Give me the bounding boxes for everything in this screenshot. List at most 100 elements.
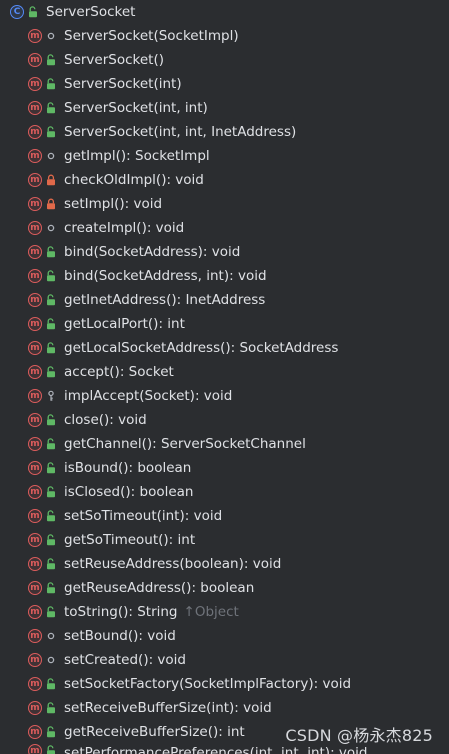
method-row[interactable]: m bind(SocketAddress): void — [0, 240, 449, 264]
method-signature: ServerSocket(int) — [64, 76, 182, 92]
method-icon: m — [28, 293, 42, 307]
method-icon: m — [28, 173, 42, 187]
method-icon: m — [28, 365, 42, 379]
method-row[interactable]: m ServerSocket() — [0, 48, 449, 72]
method-signature: getSoTimeout(): int — [64, 532, 196, 548]
method-signature: ServerSocket(int, int, InetAddress) — [64, 124, 297, 140]
method-signature: bind(SocketAddress, int): void — [64, 268, 267, 284]
method-row[interactable]: m getInetAddress(): InetAddress — [0, 288, 449, 312]
method-icon: m — [28, 509, 42, 523]
method-icon: m — [28, 197, 42, 211]
method-row[interactable]: m isClosed(): boolean — [0, 480, 449, 504]
method-row[interactable]: m setSoTimeout(int): void — [0, 504, 449, 528]
method-row[interactable]: m setSocketFactory(SocketImplFactory): vo… — [0, 672, 449, 696]
method-signature: getLocalPort(): int — [64, 316, 185, 332]
method-icon: m — [28, 77, 42, 91]
package-private-icon — [45, 149, 57, 163]
method-row[interactable]: m getLocalPort(): int — [0, 312, 449, 336]
method-icon: m — [28, 221, 42, 235]
method-row[interactable]: m getReuseAddress(): boolean — [0, 576, 449, 600]
method-row[interactable]: m ServerSocket(int) — [0, 72, 449, 96]
method-icon: m — [28, 725, 42, 739]
method-row[interactable]: m getChannel(): ServerSocketChannel — [0, 432, 449, 456]
method-signature: setReceiveBufferSize(int): void — [64, 700, 272, 716]
public-visibility-icon — [45, 245, 57, 259]
public-visibility-icon — [45, 461, 57, 475]
public-visibility-icon — [45, 101, 57, 115]
public-visibility-icon — [45, 557, 57, 571]
method-row[interactable]: m getSoTimeout(): int — [0, 528, 449, 552]
protected-key-icon — [45, 389, 57, 403]
public-visibility-icon — [45, 437, 57, 451]
package-private-icon — [45, 653, 57, 667]
method-icon: m — [28, 245, 42, 259]
method-signature: getReuseAddress(): boolean — [64, 580, 255, 596]
private-lock-icon — [45, 197, 57, 211]
public-visibility-icon — [45, 701, 57, 715]
method-row[interactable]: m accept(): Socket — [0, 360, 449, 384]
method-signature: getInetAddress(): InetAddress — [64, 292, 266, 308]
method-row[interactable]: m setImpl(): void — [0, 192, 449, 216]
method-row[interactable]: m bind(SocketAddress, int): void — [0, 264, 449, 288]
public-visibility-icon — [45, 77, 57, 91]
public-visibility-icon — [45, 485, 57, 499]
class-node-row[interactable]: C ServerSocket — [0, 0, 449, 24]
method-icon: m — [28, 605, 42, 619]
public-visibility-icon — [45, 581, 57, 595]
method-row[interactable]: m checkOldImpl(): void — [0, 168, 449, 192]
method-row[interactable]: m createImpl(): void — [0, 216, 449, 240]
public-visibility-icon — [45, 317, 57, 331]
public-visibility-icon — [45, 269, 57, 283]
method-row[interactable]: m setCreated(): void — [0, 648, 449, 672]
method-icon: m — [28, 149, 42, 163]
method-row[interactable]: m getLocalSocketAddress(): SocketAddress — [0, 336, 449, 360]
method-signature: createImpl(): void — [64, 220, 185, 236]
method-signature: toString(): String — [64, 604, 178, 620]
method-icon: m — [28, 461, 42, 475]
public-visibility-icon — [45, 125, 57, 139]
method-row[interactable]: m setReceiveBufferSize(int): void — [0, 696, 449, 720]
method-row[interactable]: m setReuseAddress(boolean): void — [0, 552, 449, 576]
method-signature: getChannel(): ServerSocketChannel — [64, 436, 306, 452]
method-signature: bind(SocketAddress): void — [64, 244, 241, 260]
method-icon: m — [28, 53, 42, 67]
method-row[interactable]: m getImpl(): SocketImpl — [0, 144, 449, 168]
private-lock-icon — [45, 173, 57, 187]
method-row[interactable]: m ServerSocket(int, int, InetAddress) — [0, 120, 449, 144]
method-row[interactable]: m ServerSocket(SocketImpl) — [0, 24, 449, 48]
method-signature: isClosed(): boolean — [64, 484, 194, 500]
public-visibility-icon — [27, 5, 39, 19]
method-row[interactable]: m ServerSocket(int, int) — [0, 96, 449, 120]
watermark: CSDN @杨永杰825 — [285, 726, 433, 745]
public-visibility-icon — [45, 413, 57, 427]
class-icon: C — [10, 5, 24, 19]
public-visibility-icon — [45, 605, 57, 619]
method-icon: m — [28, 485, 42, 499]
method-signature: getImpl(): SocketImpl — [64, 148, 210, 164]
method-row[interactable]: m toString(): String ↑Object — [0, 600, 449, 624]
method-icon: m — [28, 677, 42, 691]
method-row[interactable]: m implAccept(Socket): void — [0, 384, 449, 408]
inherited-from-label: ↑Object — [183, 604, 239, 620]
public-visibility-icon — [45, 53, 57, 67]
public-visibility-icon — [45, 293, 57, 307]
method-signature: setReuseAddress(boolean): void — [64, 556, 282, 572]
method-icon: m — [28, 413, 42, 427]
public-visibility-icon — [45, 365, 57, 379]
method-icon: m — [28, 101, 42, 115]
method-row[interactable]: m setBound(): void — [0, 624, 449, 648]
method-icon: m — [28, 653, 42, 667]
class-name: ServerSocket — [46, 4, 136, 20]
method-row[interactable]: m close(): void — [0, 408, 449, 432]
method-signature: accept(): Socket — [64, 364, 174, 380]
public-visibility-icon — [45, 677, 57, 691]
method-icon: m — [28, 269, 42, 283]
method-icon: m — [28, 389, 42, 403]
method-signature: getLocalSocketAddress(): SocketAddress — [64, 340, 339, 356]
member-list: m ServerSocket(SocketImpl) m ServerSocket()… — [0, 24, 449, 754]
method-signature: ServerSocket(int, int) — [64, 100, 208, 116]
method-icon: m — [28, 437, 42, 451]
method-row[interactable]: m isBound(): boolean — [0, 456, 449, 480]
method-icon: m — [28, 341, 42, 355]
method-icon: m — [28, 317, 42, 331]
